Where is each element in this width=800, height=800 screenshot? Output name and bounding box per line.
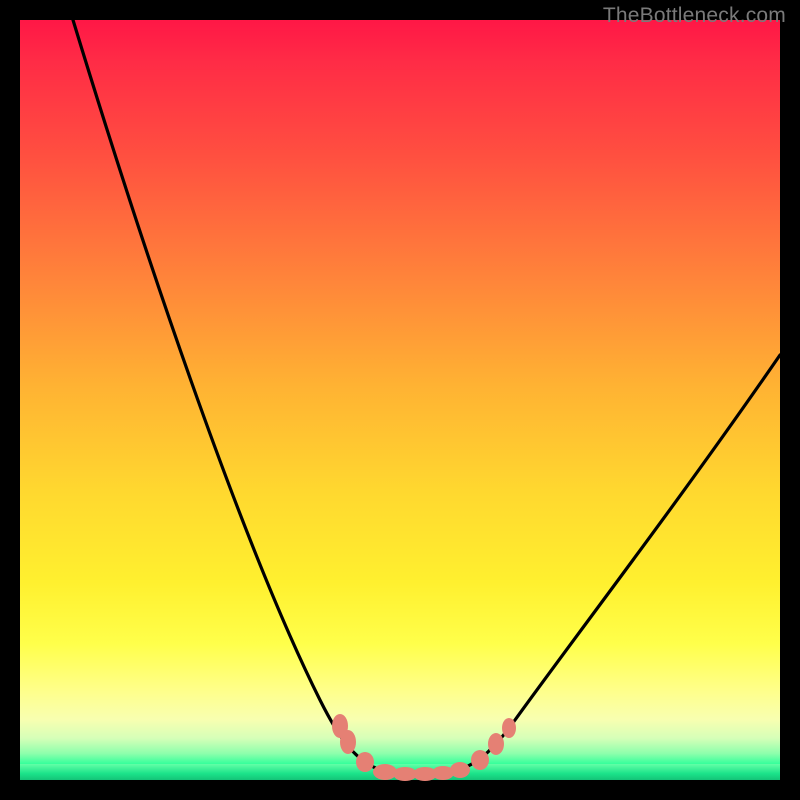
chart-svg — [20, 20, 780, 780]
watermark-text: TheBottleneck.com — [603, 4, 786, 28]
marker-dots — [332, 714, 516, 781]
outer-frame: TheBottleneck.com — [0, 0, 800, 800]
bottleneck-curve — [73, 20, 780, 775]
